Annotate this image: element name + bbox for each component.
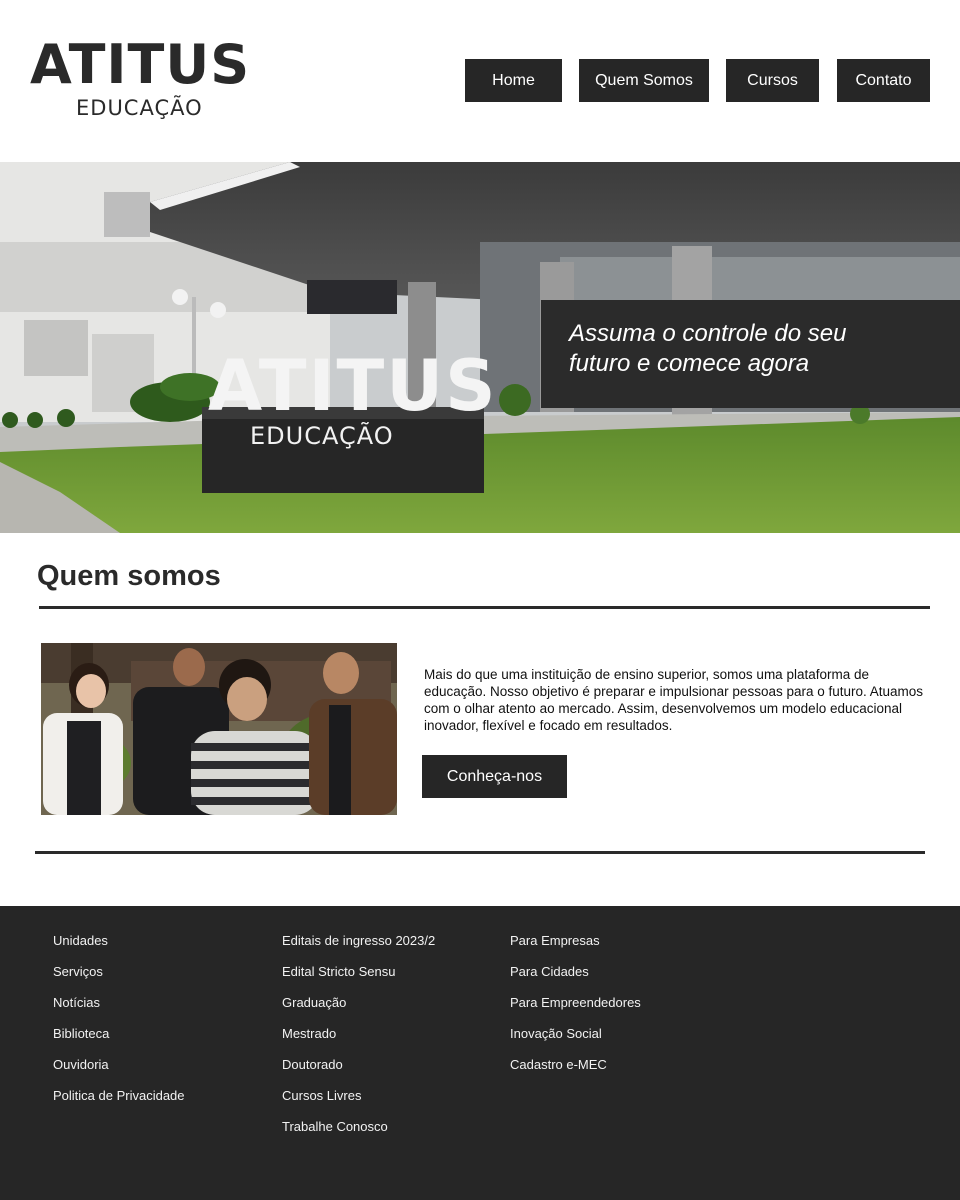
footer-link-empresas[interactable]: Para Empresas	[510, 933, 641, 949]
footer-link-mestrado[interactable]: Mestrado	[282, 1026, 435, 1042]
nav-contato-label: Contato	[855, 71, 912, 89]
footer-column-1: Unidades Serviços Notícias Biblioteca Ou…	[53, 933, 185, 1119]
nav-quem-somos-label: Quem Somos	[595, 71, 693, 89]
nav-home-label: Home	[492, 71, 535, 89]
footer-link-graduacao[interactable]: Graduação	[282, 995, 435, 1011]
atitus-logo[interactable]: ATITUS EDUCAÇÃO	[30, 38, 270, 122]
footer-link-cadastro-emec[interactable]: Cadastro e-MEC	[510, 1057, 641, 1073]
section-title-quem-somos: Quem somos	[37, 560, 221, 592]
nav-home-button[interactable]: Home	[465, 59, 562, 102]
team-photo	[41, 643, 397, 815]
footer-link-doutorado[interactable]: Doutorado	[282, 1057, 435, 1073]
sign-subtitle: EDUCAÇÃO	[250, 420, 394, 450]
footer-link-stricto-sensu[interactable]: Edital Stricto Sensu	[282, 964, 435, 980]
nav-cursos-button[interactable]: Cursos	[726, 59, 819, 102]
footer-link-biblioteca[interactable]: Biblioteca	[53, 1026, 185, 1042]
footer-link-unidades[interactable]: Unidades	[53, 933, 185, 949]
sign-wordmark: ATITUS	[208, 345, 498, 427]
footer-column-2: Editais de ingresso 2023/2 Edital Strict…	[282, 933, 435, 1150]
hero-section: ATITUS EDUCAÇÃO Assuma o controle do seu…	[0, 162, 960, 533]
hero-headline-line2: futuro e comece agora	[569, 350, 810, 377]
conheca-nos-label: Conheça-nos	[446, 767, 543, 785]
footer-link-trabalhe-conosco[interactable]: Trabalhe Conosco	[282, 1119, 435, 1135]
hero-headline-banner: Assuma o controle do seu futuro e comece…	[541, 300, 960, 408]
footer-link-servicos[interactable]: Serviços	[53, 964, 185, 980]
hero-headline-line1: Assuma o controle do seu	[569, 320, 847, 347]
logo-subtitle: EDUCAÇÃO	[76, 96, 203, 120]
footer-link-empreendedores[interactable]: Para Empreendedores	[510, 995, 641, 1011]
nav-quem-somos-button[interactable]: Quem Somos	[579, 59, 709, 102]
site-footer: Unidades Serviços Notícias Biblioteca Ou…	[0, 906, 960, 1200]
footer-link-cidades[interactable]: Para Cidades	[510, 964, 641, 980]
logo-wordmark: ATITUS	[30, 33, 251, 96]
footer-link-noticias[interactable]: Notícias	[53, 995, 185, 1011]
section-divider-bottom	[35, 851, 925, 854]
nav-contato-button[interactable]: Contato	[837, 59, 930, 102]
footer-column-3: Para Empresas Para Cidades Para Empreend…	[510, 933, 641, 1088]
conheca-nos-button[interactable]: Conheça-nos	[422, 755, 567, 798]
nav-cursos-label: Cursos	[747, 71, 798, 89]
footer-link-inovacao-social[interactable]: Inovação Social	[510, 1026, 641, 1042]
site-header: ATITUS EDUCAÇÃO Home Quem Somos Cursos C…	[0, 0, 960, 162]
about-description: Mais do que uma instituição de ensino su…	[424, 667, 924, 733]
footer-link-editais[interactable]: Editais de ingresso 2023/2	[282, 933, 435, 949]
section-divider-top	[39, 606, 930, 609]
footer-link-cursos-livres[interactable]: Cursos Livres	[282, 1088, 435, 1104]
footer-link-ouvidoria[interactable]: Ouvidoria	[53, 1057, 185, 1073]
footer-link-privacidade[interactable]: Politica de Privacidade	[53, 1088, 185, 1104]
